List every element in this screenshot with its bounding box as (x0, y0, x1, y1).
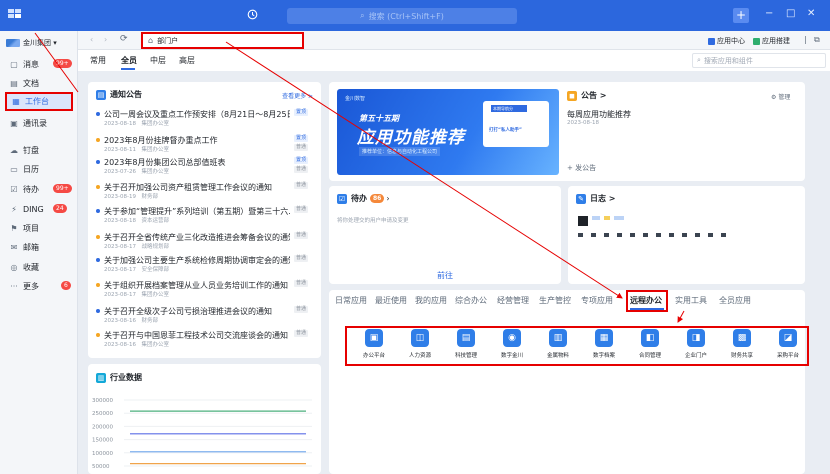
annotation-arrow (34, 32, 79, 93)
annotation-arrow (225, 41, 623, 299)
annotation-arrows (34, 32, 685, 323)
annotation-arrow (677, 310, 685, 323)
